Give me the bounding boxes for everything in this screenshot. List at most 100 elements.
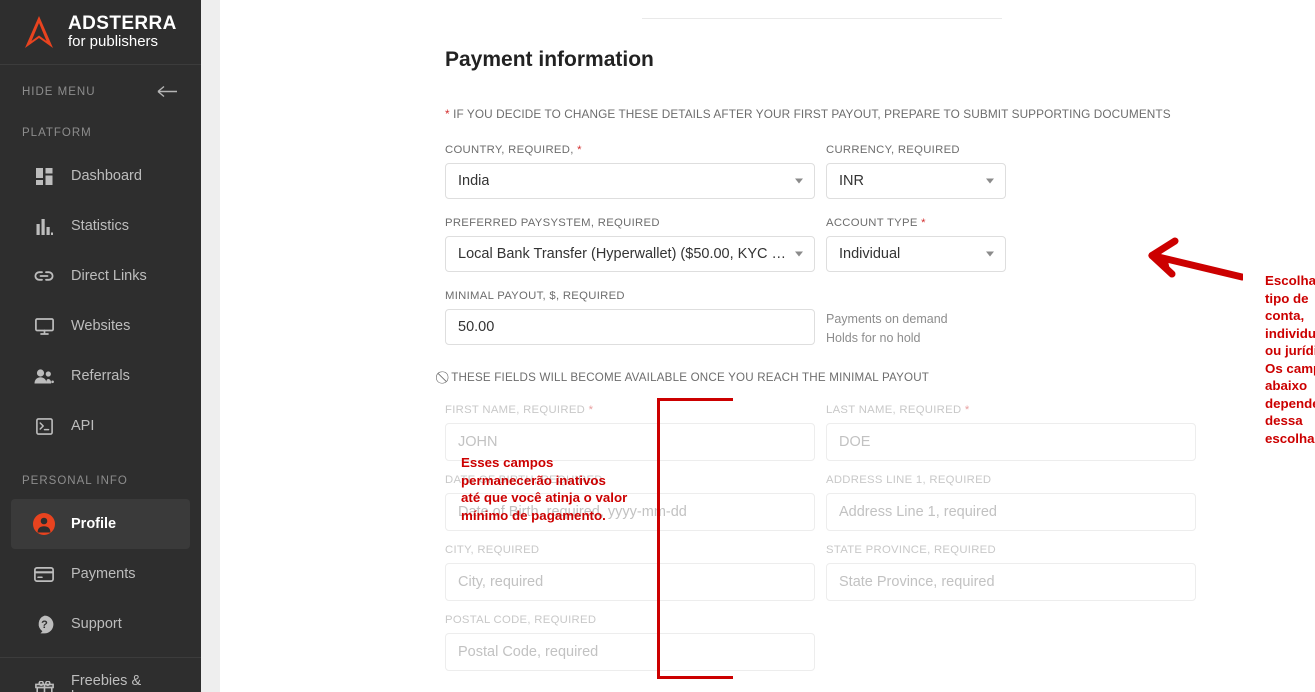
monitor-icon (33, 315, 55, 337)
last-name-label: LAST NAME, REQUIRED * (826, 404, 1196, 416)
sidebar-item-dashboard[interactable]: Dashboard (11, 151, 190, 201)
city-input[interactable]: City, required (445, 563, 815, 601)
sidebar-item-profile[interactable]: Profile (11, 499, 190, 549)
sidebar-item-referrals[interactable]: Referrals (11, 351, 190, 401)
account-type-label: ACCOUNT TYPE * (826, 217, 1006, 229)
last-name-field: LAST NAME, REQUIRED * DOE (826, 404, 1196, 461)
section-label-personal-info: PERSONAL INFO (22, 475, 128, 487)
sidebar-item-freebies-bonuses[interactable]: Freebies & bonuses (11, 664, 190, 692)
account-type-label-text: ACCOUNT TYPE (826, 217, 918, 229)
postal-code-placeholder: Postal Code, required (458, 644, 599, 660)
gift-icon (33, 678, 55, 692)
holds-text: Holds for no hold (826, 331, 921, 345)
terminal-icon (33, 415, 55, 437)
address-line-1-field: ADDRESS LINE 1, REQUIRED Address Line 1,… (826, 474, 1196, 531)
paysystem-field: PREFERRED PAYSYSTEM, REQUIRED Local Bank… (445, 217, 815, 272)
required-star: * (577, 144, 582, 156)
sidebar-item-api[interactable]: API (11, 401, 190, 451)
postal-code-field: POSTAL CODE, REQUIRED Postal Code, requi… (445, 614, 815, 671)
change-details-notice-text: IF YOU DECIDE TO CHANGE THESE DETAILS AF… (449, 107, 1171, 121)
paysystem-value: Local Bank Transfer (Hyperwallet) ($50.0… (458, 246, 788, 262)
disabled-fields-annotation: Esses campos permanecerão inativos até q… (461, 455, 628, 523)
chevron-down-icon[interactable] (986, 251, 994, 257)
main-content: Payment information * IF YOU DECIDE TO C… (220, 0, 1315, 692)
postal-code-label: POSTAL CODE, REQUIRED (445, 614, 597, 626)
sidebar-divider (0, 657, 201, 658)
sidebar-item-label: Direct Links (71, 268, 147, 284)
chevron-down-icon[interactable] (795, 178, 803, 184)
brand-text: ADSTERRA for publishers (68, 14, 177, 50)
change-details-notice: * IF YOU DECIDE TO CHANGE THESE DETAILS … (445, 107, 1171, 121)
payments-on-demand-text: Payments on demand (826, 312, 948, 326)
state-province-input[interactable]: State Province, required (826, 563, 1196, 601)
content-gutter (201, 0, 220, 692)
page-title: Payment information (445, 48, 654, 71)
paysystem-label-text: PREFERRED PAYSYSTEM, REQUIRED (445, 217, 660, 229)
country-field: COUNTRY, REQUIRED, * India (445, 144, 815, 199)
state-province-placeholder: State Province, required (839, 574, 995, 590)
first-name-field: FIRST NAME, REQUIRED * JOHN (445, 404, 815, 461)
first-name-value: JOHN (458, 434, 498, 450)
sidebar-item-statistics[interactable]: Statistics (11, 201, 190, 251)
address-line-1-input[interactable]: Address Line 1, required (826, 493, 1196, 531)
chevron-down-icon[interactable] (986, 178, 994, 184)
last-name-input[interactable]: DOE (826, 423, 1196, 461)
currency-label-text: CURRENCY, REQUIRED (826, 144, 960, 156)
first-name-label-text: FIRST NAME, REQUIRED (445, 404, 586, 416)
brand-header[interactable]: ADSTERRA for publishers (0, 0, 201, 65)
minimal-payout-input[interactable]: 50.00 (445, 309, 815, 345)
currency-select[interactable]: INR (826, 163, 1006, 199)
city-placeholder: City, required (458, 574, 544, 590)
sidebar-item-label: Websites (71, 318, 131, 334)
red-arrow-left-icon (1138, 236, 1246, 286)
paysystem-label: PREFERRED PAYSYSTEM, REQUIRED (445, 217, 815, 229)
brand-subtitle: for publishers (68, 33, 159, 51)
account-type-select[interactable]: Individual (826, 236, 1006, 272)
required-star: * (921, 217, 926, 229)
hide-menu-toggle[interactable]: HIDE MENU (0, 69, 201, 115)
sidebar-item-label: Payments (71, 566, 136, 582)
disabled-fields-notice-text: THESE FIELDS WILL BECOME AVAILABLE ONCE … (451, 371, 930, 384)
city-field: CITY, REQUIRED City, required (445, 544, 815, 601)
minimal-payout-label-text: MINIMAL PAYOUT, $, REQUIRED (445, 290, 625, 302)
required-star: * (588, 404, 594, 416)
arrow-left-icon[interactable] (157, 84, 179, 101)
sidebar-item-label: Freebies & bonuses (71, 673, 142, 692)
paysystem-select[interactable]: Local Bank Transfer (Hyperwallet) ($50.0… (445, 236, 815, 272)
question-circle-icon: ? (33, 613, 55, 635)
currency-label: CURRENCY, REQUIRED (826, 144, 1006, 156)
sidebar-item-direct-links[interactable]: Direct Links (11, 251, 190, 301)
red-highlight-bracket (657, 398, 733, 679)
account-type-field: ACCOUNT TYPE * Individual (826, 217, 1006, 272)
sidebar-item-label: Statistics (71, 218, 130, 234)
sidebar-item-label: Profile (71, 516, 117, 532)
country-select[interactable]: India (445, 163, 815, 199)
svg-text:?: ? (41, 619, 48, 631)
dashboard-grid-icon (33, 165, 55, 187)
country-value: India (458, 173, 490, 189)
top-divider (642, 18, 1002, 19)
brand-title: ADSTERRA (68, 13, 177, 35)
sidebar: ADSTERRA for publishers HIDE MENU PLATFO… (0, 0, 201, 692)
last-name-label-text: LAST NAME, REQUIRED (826, 404, 962, 416)
currency-field: CURRENCY, REQUIRED INR (826, 144, 1006, 199)
city-label: CITY, REQUIRED (445, 544, 540, 556)
country-label-text: COUNTRY, REQUIRED, (445, 144, 574, 156)
sidebar-item-payments[interactable]: Payments (11, 549, 190, 599)
last-name-value: DOE (839, 434, 871, 450)
state-province-field: STATE PROVINCE, REQUIRED State Province,… (826, 544, 1196, 601)
postal-code-input[interactable]: Postal Code, required (445, 633, 815, 671)
address-line-1-label: ADDRESS LINE 1, REQUIRED (826, 474, 992, 486)
minimal-payout-value: 50.00 (458, 319, 495, 335)
hide-menu-label: HIDE MENU (22, 86, 96, 98)
address-line-1-placeholder: Address Line 1, required (839, 504, 997, 520)
sidebar-item-websites[interactable]: Websites (11, 301, 190, 351)
chevron-down-icon[interactable] (795, 251, 803, 257)
currency-value: INR (839, 173, 864, 189)
app-root: ADSTERRA for publishers HIDE MENU PLATFO… (0, 0, 1315, 692)
link-chain-icon (33, 265, 55, 287)
sidebar-item-support[interactable]: ? Support (11, 599, 190, 649)
required-star: * (964, 404, 970, 416)
sidebar-item-label: Support (71, 616, 122, 632)
user-circle-icon (33, 513, 55, 535)
